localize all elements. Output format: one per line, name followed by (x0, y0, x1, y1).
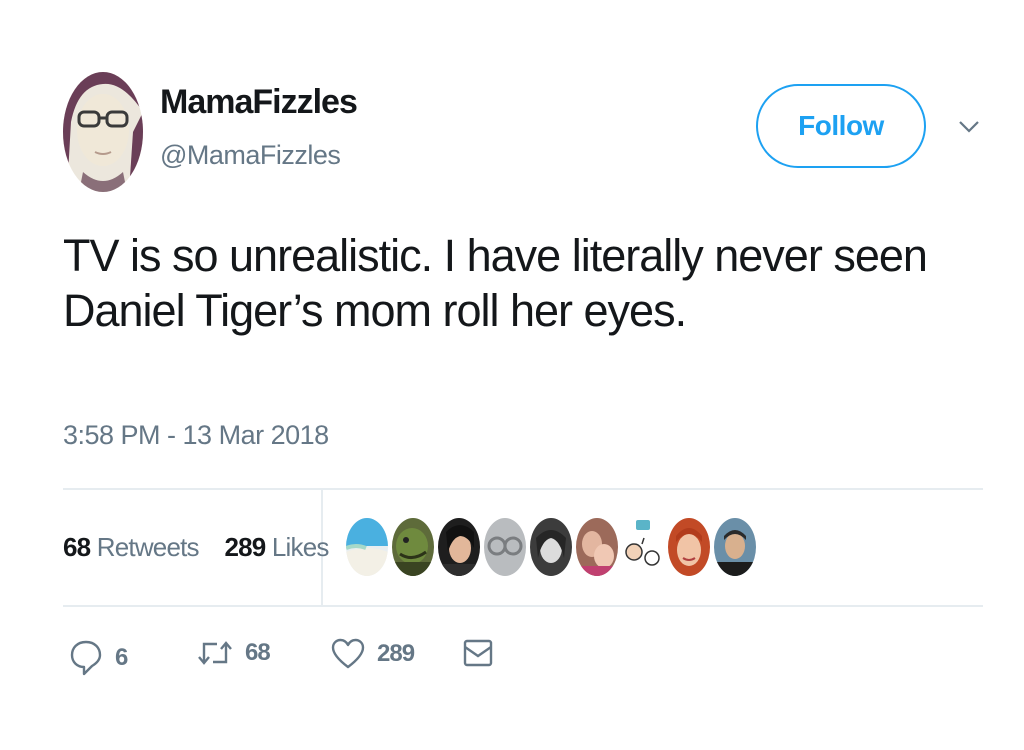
reply-icon (69, 638, 103, 678)
like-button[interactable]: 289 (331, 638, 415, 670)
engagement-stats: 68 Retweets 289 Likes (63, 530, 329, 564)
author-handle[interactable]: @MamaFizzles (160, 138, 341, 172)
tweet-text-line: TV is so unrealistic. I have literally n… (63, 230, 928, 281)
tweet-timestamp[interactable]: 3:58 PM - 13 Mar 2018 (63, 418, 329, 452)
likes-label: Likes (271, 532, 329, 562)
liker-avatar[interactable] (622, 518, 664, 576)
reply-count: 6 (115, 644, 128, 671)
reply-button[interactable]: 6 (69, 638, 128, 678)
like-count: 289 (377, 640, 415, 667)
divider (63, 488, 983, 490)
retweet-count: 68 (245, 639, 271, 666)
liker-avatar[interactable] (576, 518, 618, 576)
retweets-stat[interactable]: 68 Retweets (63, 532, 200, 562)
author-name[interactable]: MamaFizzles (160, 82, 358, 122)
tweet-text-line: Daniel Tiger’s mom roll her eyes. (63, 285, 687, 336)
liker-avatar[interactable] (346, 518, 388, 576)
likes-count: 289 (224, 532, 266, 562)
chevron-down-icon[interactable] (958, 120, 980, 134)
follow-button[interactable]: Follow (756, 84, 926, 168)
liker-avatar[interactable] (392, 518, 434, 576)
direct-message-button[interactable] (463, 638, 493, 668)
author-avatar[interactable] (63, 72, 143, 192)
heart-icon (331, 638, 365, 670)
retweets-label: Retweets (96, 532, 200, 562)
retweets-count: 68 (63, 532, 91, 562)
divider (63, 605, 983, 607)
retweet-icon (197, 638, 233, 668)
likes-stat[interactable]: 289 Likes (224, 532, 329, 562)
tweet-text: TV is so unrealistic. I have literally n… (63, 228, 1003, 338)
liker-avatar[interactable] (438, 518, 480, 576)
liker-avatar[interactable] (668, 518, 710, 576)
liker-avatar[interactable] (530, 518, 572, 576)
envelope-icon (463, 638, 493, 668)
liker-avatar[interactable] (714, 518, 756, 576)
liker-avatar[interactable] (484, 518, 526, 576)
retweet-button[interactable]: 68 (197, 638, 271, 668)
